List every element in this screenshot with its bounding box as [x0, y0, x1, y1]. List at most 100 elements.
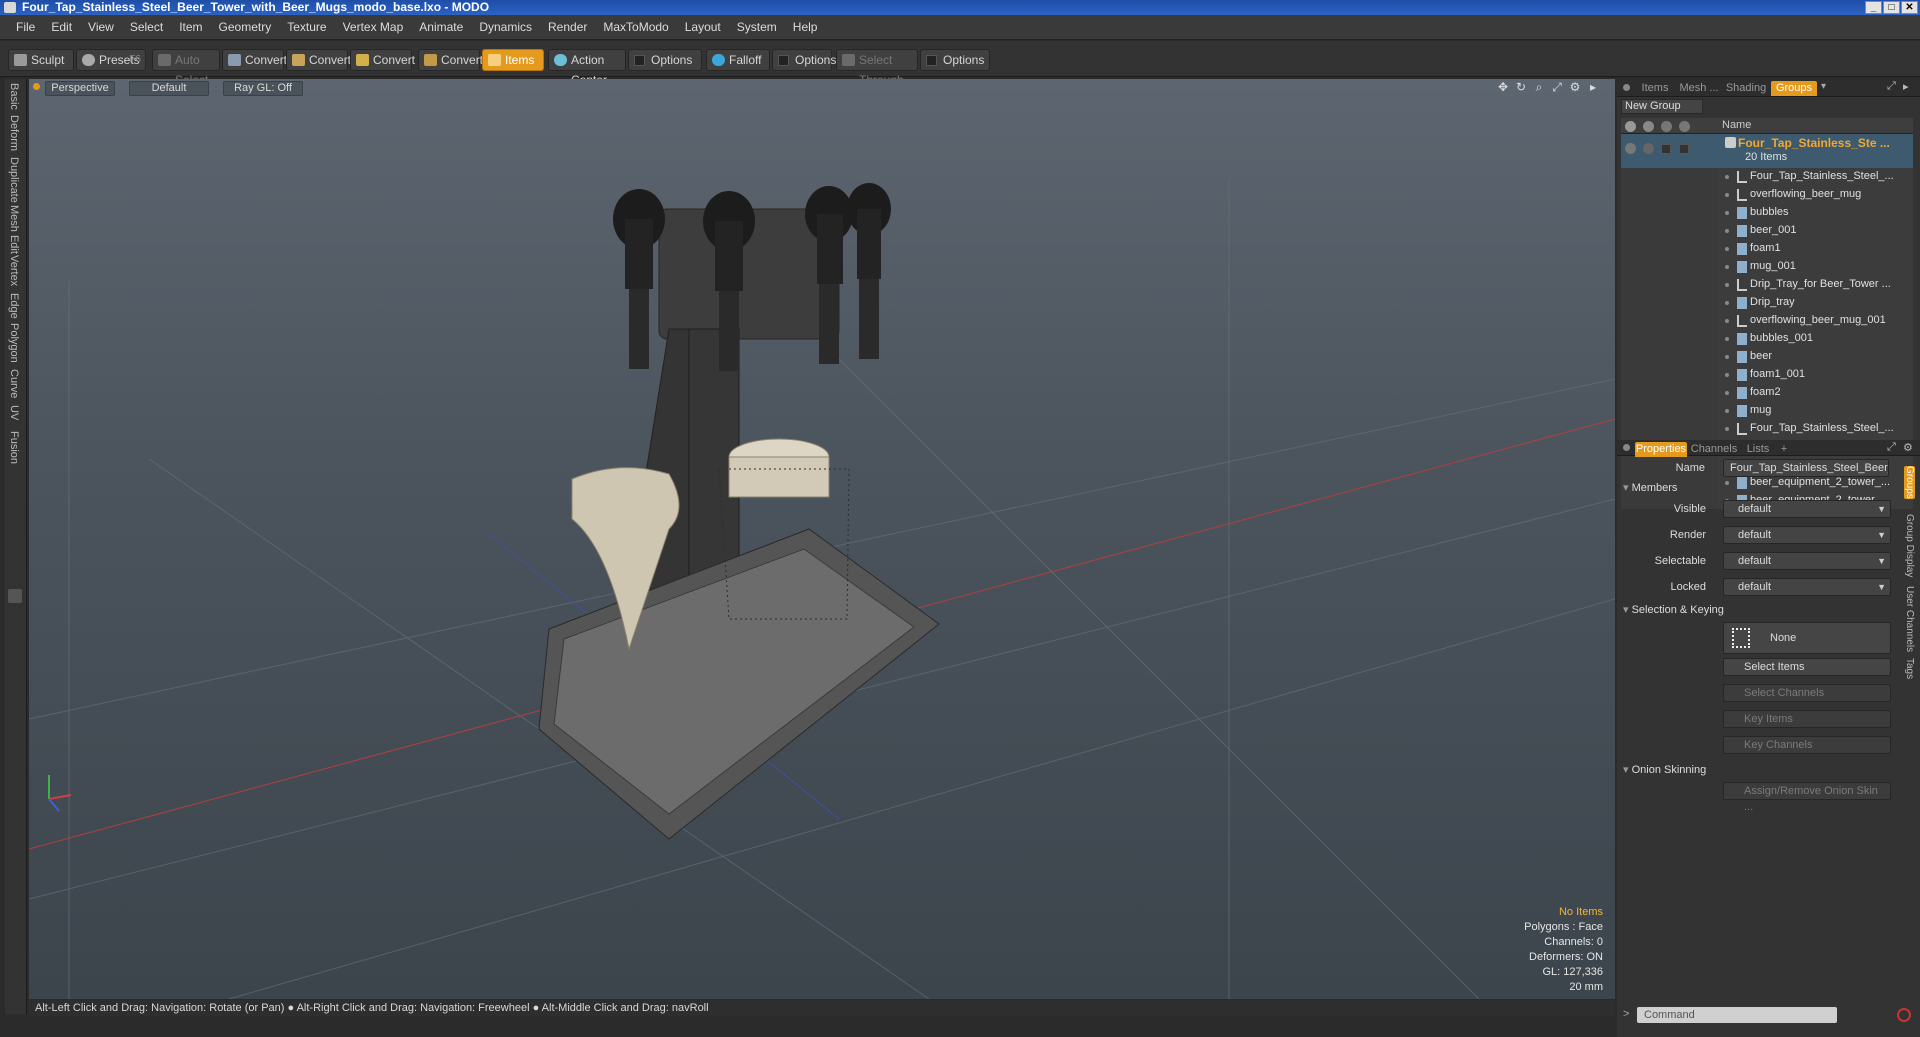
expand-toggle[interactable]: [8, 589, 22, 603]
menu-edit[interactable]: Edit: [43, 20, 80, 34]
lock-toggle[interactable]: [1679, 144, 1689, 154]
action-center-options-button[interactable]: Options: [628, 49, 702, 71]
expand-dot-icon[interactable]: [1725, 373, 1729, 377]
tab-mesh[interactable]: Mesh ...: [1677, 81, 1721, 96]
select-channels-button[interactable]: Select Channels: [1723, 684, 1891, 702]
side-tab-group-display[interactable]: Group Display: [1904, 514, 1915, 577]
expand-dot-icon[interactable]: [1725, 247, 1729, 251]
key-items-button[interactable]: Key Items: [1723, 710, 1891, 728]
key-channels-button[interactable]: Key Channels: [1723, 736, 1891, 754]
tab-edge[interactable]: Edge: [8, 293, 20, 319]
assign-onion-skin-button[interactable]: Assign/Remove Onion Skin ...: [1723, 782, 1891, 813]
props-expand-icon[interactable]: ⤢: [1887, 441, 1896, 454]
group-row[interactable]: Four_Tap_Stainless_Ste ... 20 Items: [1621, 134, 1913, 168]
panel-collapse-icon[interactable]: ▸: [1903, 80, 1909, 93]
expand-dot-icon[interactable]: [1725, 355, 1729, 359]
tab-basic[interactable]: Basic: [8, 83, 20, 110]
tab-polygon[interactable]: Polygon: [8, 323, 20, 363]
tab-groups[interactable]: Groups: [1771, 81, 1817, 96]
list-item[interactable]: overflowing_beer_mug_001: [1621, 312, 1913, 330]
tab-items[interactable]: Items: [1635, 81, 1675, 96]
menu-layout[interactable]: Layout: [677, 20, 729, 34]
select-column-icon[interactable]: [1661, 121, 1672, 132]
expand-dot-icon[interactable]: [1725, 427, 1729, 431]
list-item[interactable]: Drip_Tray_for Beer_Tower ...: [1621, 276, 1913, 294]
maximize-button[interactable]: □: [1883, 1, 1900, 14]
list-item[interactable]: mug: [1621, 402, 1913, 420]
visibility-eye-icon[interactable]: [1625, 143, 1636, 154]
close-button[interactable]: ✕: [1901, 1, 1918, 14]
members-section[interactable]: Members: [1623, 481, 1678, 494]
render-toggle-icon[interactable]: [1643, 143, 1654, 154]
props-menu-icon[interactable]: [1623, 444, 1630, 451]
locked-dropdown[interactable]: default ▼: [1723, 578, 1891, 596]
list-item[interactable]: foam2: [1621, 384, 1913, 402]
minimize-button[interactable]: _: [1865, 1, 1882, 14]
menu-animate[interactable]: Animate: [411, 20, 471, 34]
options-checkbox[interactable]: [778, 55, 789, 66]
menu-dynamics[interactable]: Dynamics: [471, 20, 540, 34]
menu-system[interactable]: System: [729, 20, 785, 34]
select-through-options-button[interactable]: Options: [920, 49, 990, 71]
side-tab-tags[interactable]: Tags: [1904, 658, 1915, 679]
expand-dot-icon[interactable]: [1725, 337, 1729, 341]
render-column-icon[interactable]: [1643, 121, 1654, 132]
render-dropdown[interactable]: default ▼: [1723, 526, 1891, 544]
expand-dot-icon[interactable]: [1725, 301, 1729, 305]
auto-select-button[interactable]: Auto Select: [152, 49, 220, 87]
expand-dot-icon[interactable]: [1725, 175, 1729, 179]
convert-polygons-button[interactable]: Convert: [350, 49, 415, 71]
falloff-button[interactable]: Falloff: [706, 49, 770, 71]
expand-dot-icon[interactable]: [1725, 265, 1729, 269]
tab-vertex[interactable]: Vertex: [8, 255, 20, 286]
tab-shading[interactable]: Shading: [1723, 81, 1769, 96]
side-tab-user-channels[interactable]: User Channels: [1904, 586, 1915, 652]
new-group-button[interactable]: New Group: [1621, 99, 1703, 114]
convert-edges-button[interactable]: Convert: [286, 49, 351, 71]
visible-dropdown[interactable]: default ▼: [1723, 500, 1891, 518]
list-item[interactable]: Four_Tap_Stainless_Steel_...: [1621, 168, 1913, 186]
list-item[interactable]: bubbles: [1621, 204, 1913, 222]
list-item[interactable]: bubbles_001: [1621, 330, 1913, 348]
list-item[interactable]: Four_Tap_Stainless_Steel_...: [1621, 420, 1913, 438]
list-item[interactable]: beer: [1621, 348, 1913, 366]
select-items-button[interactable]: Select Items: [1723, 658, 1891, 676]
options-checkbox[interactable]: [634, 55, 645, 66]
expand-dot-icon[interactable]: [1725, 283, 1729, 287]
list-item[interactable]: mug_001: [1621, 258, 1913, 276]
sculpt-button[interactable]: Sculpt: [8, 49, 74, 71]
expand-dot-icon[interactable]: [1725, 391, 1729, 395]
items-mode-button[interactable]: Items: [482, 49, 544, 71]
tab-mesh-edit[interactable]: Mesh Edit: [8, 205, 20, 254]
expand-dot-icon[interactable]: [1725, 319, 1729, 323]
none-button[interactable]: None: [1723, 622, 1891, 654]
command-stop-icon[interactable]: [1897, 1008, 1911, 1022]
list-item[interactable]: foam1_001: [1621, 366, 1913, 384]
onion-skinning-section[interactable]: Onion Skinning: [1623, 763, 1707, 776]
props-settings-icon[interactable]: ⚙: [1903, 441, 1913, 454]
presets-button[interactable]: Presets F6: [76, 49, 146, 71]
list-item[interactable]: overflowing_beer_mug: [1621, 186, 1913, 204]
add-tab-button[interactable]: +: [1777, 442, 1791, 457]
3d-viewport[interactable]: Perspective Default Ray GL: Off ✥ ↻ ⌕ ⤢ …: [29, 79, 1615, 999]
tab-curve[interactable]: Curve: [8, 369, 20, 398]
convert-materials-button[interactable]: Convert: [418, 49, 483, 71]
list-item[interactable]: Drip_tray: [1621, 294, 1913, 312]
convert-vertices-button[interactable]: Convert: [222, 49, 287, 71]
select-through-button[interactable]: Select Through: [836, 49, 918, 87]
tab-duplicate[interactable]: Duplicate: [8, 157, 20, 203]
tab-properties[interactable]: Properties: [1635, 442, 1687, 457]
visibility-column-icon[interactable]: [1625, 121, 1636, 132]
list-item[interactable]: beer_001: [1621, 222, 1913, 240]
menu-maxtomodo[interactable]: MaxToModo: [595, 20, 676, 34]
command-input[interactable]: Command: [1637, 1007, 1837, 1023]
tab-uv[interactable]: UV: [8, 405, 20, 420]
menu-select[interactable]: Select: [122, 20, 171, 34]
menu-vertex-map[interactable]: Vertex Map: [335, 20, 412, 34]
tabs-dropdown-icon[interactable]: ▾: [1821, 81, 1826, 92]
menu-file[interactable]: File: [8, 20, 43, 34]
menu-view[interactable]: View: [80, 20, 122, 34]
expand-dot-icon[interactable]: [1725, 211, 1729, 215]
tab-lists[interactable]: Lists: [1741, 442, 1775, 457]
tab-deform[interactable]: Deform: [8, 115, 20, 151]
